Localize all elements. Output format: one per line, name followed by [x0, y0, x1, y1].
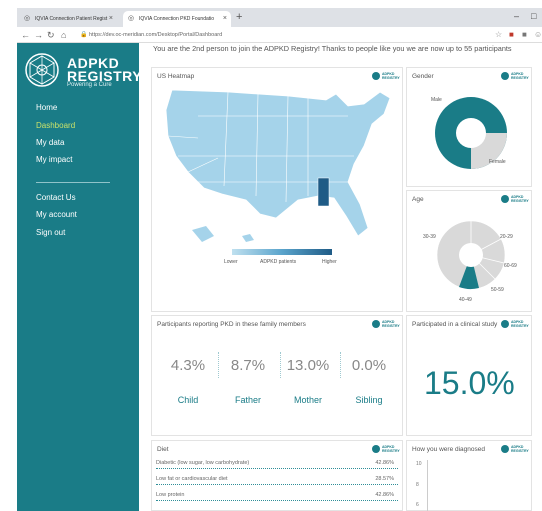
card-title: Participants reporting PKD in these fami…: [157, 321, 306, 328]
family-stat-label: Child: [177, 395, 199, 405]
maximize-icon[interactable]: □: [531, 9, 536, 23]
stat-divider: [280, 352, 281, 378]
forward-arrow-icon[interactable]: →: [34, 28, 43, 42]
back-arrow-icon[interactable]: ←: [21, 28, 30, 42]
diet-value: 42.86%: [375, 492, 394, 498]
tab-title: IQVIA Connection PKD Foundatio: [139, 16, 215, 22]
address-bar: ← → ↻ ⌂ 🔒 https://dev.oc-meridian.com/De…: [17, 27, 542, 43]
extension-icon[interactable]: ■: [522, 29, 527, 41]
close-icon[interactable]: ×: [109, 11, 113, 27]
registry-badge: ADPKD REGISTRY: [501, 72, 529, 81]
nav-my-impact[interactable]: My impact: [36, 155, 72, 164]
reload-icon[interactable]: ↻: [47, 28, 55, 42]
registry-badge: ADPKD REGISTRY: [372, 320, 400, 329]
diet-label: Diabetic (low sugar, low carbohydrate): [156, 460, 250, 466]
new-tab-button[interactable]: +: [236, 10, 242, 25]
nav-my-data[interactable]: My data: [36, 138, 64, 147]
family-stat-value: 13.0%: [286, 357, 330, 374]
nav-divider: [36, 182, 110, 183]
age-donut-chart: [436, 220, 506, 290]
registry-logo-icon: [25, 53, 59, 87]
registry-badge: ADPKD REGISTRY: [501, 195, 529, 204]
age-label: 60-69: [504, 263, 517, 269]
sidebar: ADPKD REGISTRY Powering a Cure Home Dash…: [17, 43, 142, 511]
stat-divider: [218, 352, 219, 378]
family-stat-label: Father: [234, 395, 261, 405]
browser-tab[interactable]: ◎ IQVIA Connection Patient Regist ×: [19, 11, 117, 27]
family-stat-value: 0.0%: [351, 357, 387, 374]
gender-card: Gender ADPKD REGISTRY Male Female: [406, 67, 532, 187]
welcome-banner: You are the 2nd person to join the ADPKD…: [153, 44, 512, 53]
age-card: Age ADPKD REGISTRY 30-39 20-29 60-69 50-5…: [406, 190, 532, 312]
registry-badge: ADPKD REGISTRY: [372, 72, 400, 81]
card-title: Gender: [412, 73, 434, 80]
extension-icon[interactable]: ■: [509, 29, 514, 41]
registry-badge: ADPKD REGISTRY: [501, 320, 529, 329]
age-label: 50-59: [491, 287, 504, 293]
legend-low-label: Lower: [224, 259, 238, 265]
brand-tagline: Powering a Cure: [67, 82, 112, 88]
y-tick-label: 6: [416, 502, 419, 508]
chart-axis: [427, 460, 428, 511]
nav-my-account[interactable]: My account: [36, 210, 77, 219]
globe-icon: ◎: [24, 15, 31, 22]
card-title: How you were diagnosed: [412, 446, 485, 453]
browser-tab-bar: ◎ IQVIA Connection Patient Regist × ◎ IQ…: [17, 8, 542, 27]
diet-label: Low fat or cardiovascular diet: [156, 476, 228, 482]
us-map: [165, 89, 391, 242]
gender-female-label: Female: [489, 159, 506, 165]
url-input[interactable]: 🔒 https://dev.oc-meridian.com/Desktop/Po…: [79, 29, 489, 41]
y-tick-label: 8: [416, 482, 419, 488]
diet-row: Diabetic (low sugar, low carbohydrate) 4…: [156, 458, 398, 469]
diagnosed-card: How you were diagnosed ADPKD REGISTRY: [406, 440, 532, 511]
heatmap-card: US Heatmap ADPKD REGISTRY Lower ADPKD pat…: [151, 67, 403, 312]
gender-male-label: Male: [431, 97, 442, 103]
diet-value: 28.57%: [375, 476, 394, 482]
family-stat-label: Mother: [293, 395, 322, 405]
card-title: Participated in a clinical study: [412, 321, 498, 328]
url-text: https://dev.oc-meridian.com/Desktop/Port…: [89, 32, 223, 38]
legend-mid-label: ADPKD patients: [260, 259, 297, 265]
card-title: Age: [412, 196, 424, 203]
diet-value: 42.86%: [375, 460, 394, 466]
nav-dashboard[interactable]: Dashboard: [36, 121, 75, 130]
nav-home[interactable]: Home: [36, 103, 57, 112]
card-title: Diet: [157, 446, 169, 453]
family-stat-value: 8.7%: [230, 357, 266, 374]
age-label: 20-29: [500, 234, 513, 240]
registry-badge: ADPKD REGISTRY: [501, 445, 529, 454]
close-icon[interactable]: ×: [223, 11, 227, 27]
card-title: US Heatmap: [157, 73, 195, 80]
registry-badge: ADPKD REGISTRY: [372, 445, 400, 454]
account-icon[interactable]: ☺: [534, 29, 542, 41]
stat-divider: [340, 352, 341, 378]
age-label: 30-39: [423, 234, 436, 240]
diet-label: Low protein: [156, 492, 185, 498]
lock-icon: 🔒: [80, 32, 88, 38]
family-stat-label: Sibling: [355, 395, 383, 405]
browser-tab-active[interactable]: ◎ IQVIA Connection PKD Foundatio ×: [123, 11, 231, 27]
nav-sign-out[interactable]: Sign out: [36, 228, 65, 237]
age-label: 40-49: [459, 297, 472, 303]
heatmap-legend-bar: [232, 249, 332, 255]
star-icon[interactable]: ☆: [495, 29, 502, 41]
diet-row: Low protein 42.86%: [156, 490, 398, 501]
globe-icon: ◎: [128, 15, 135, 22]
clinical-study-value: 15.0%: [424, 365, 515, 401]
home-icon[interactable]: ⌂: [61, 28, 66, 42]
diet-row: Low fat or cardiovascular diet 28.57%: [156, 474, 398, 485]
family-stat-value: 4.3%: [170, 357, 206, 374]
y-tick-label: 10: [416, 461, 422, 467]
family-members-card: Participants reporting PKD in these fami…: [151, 315, 403, 436]
nav-contact-us[interactable]: Contact Us: [36, 193, 76, 202]
tab-title: IQVIA Connection Patient Regist: [35, 16, 108, 22]
minimize-icon[interactable]: –: [514, 9, 519, 23]
legend-high-label: Higher: [322, 259, 337, 265]
